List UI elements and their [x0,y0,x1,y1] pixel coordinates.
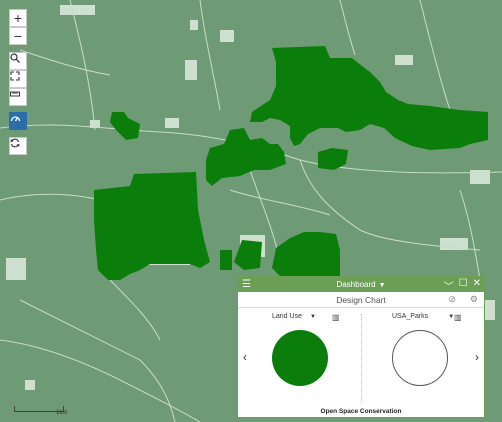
caret-down-icon: ▼ [309,313,316,320]
full-extent-button[interactable] [9,70,27,88]
bar-chart-icon[interactable]: ▥ [454,313,462,322]
measure-button[interactable] [9,88,27,106]
zoom-in-button[interactable]: + [9,9,27,27]
previous-arrow-icon[interactable]: ‹ [243,350,247,364]
refresh-button[interactable] [9,137,27,155]
chart-divider [361,314,362,402]
dashboard-panel: ☰ Dashboard ▼ ﹀ ☐ ✕ Design Chart ⊘ ⚙ ‹ › … [237,276,485,418]
link-icon[interactable]: ⊘ [448,294,456,305]
close-icon[interactable]: ✕ [473,278,481,293]
legend-label: Open Space Conservation [320,408,402,415]
panel-header: ☰ Dashboard ▼ ﹀ ☐ ✕ [238,277,484,293]
right-field-select[interactable]: USA_Parks ▼ [388,313,454,320]
maximize-icon[interactable]: ☐ [459,278,468,293]
gear-icon[interactable]: ⚙ [470,294,478,305]
dashboard-title: Dashboard [336,280,376,289]
scale-label: 1km [56,410,68,416]
caret-down-icon: ▼ [378,282,386,289]
search-icon [10,53,20,63]
right-pie-chart[interactable] [392,330,448,386]
bar-chart-icon[interactable]: ▥ [332,313,340,322]
gauge-icon [10,116,21,122]
next-arrow-icon[interactable]: › [475,350,479,364]
expand-icon [10,71,20,81]
left-select-value: Land Use [272,313,302,320]
zoom-out-button[interactable]: − [9,27,27,45]
right-select-value: USA_Parks [392,313,429,320]
minimize-icon[interactable]: ﹀ [444,278,454,293]
chart-body: ‹ › Land Use ▼ ▥ USA_Parks ▼ ▥ Open Spac… [238,308,484,417]
chart-header: Design Chart ⊘ ⚙ [238,292,484,308]
dashboard-button[interactable] [9,112,27,130]
search-button[interactable] [9,52,27,70]
chart-title: Design Chart [336,295,386,305]
left-pie-chart[interactable] [272,330,328,386]
ruler-icon [10,91,20,97]
refresh-icon [10,138,20,148]
left-field-select[interactable]: Land Use ▼ [268,313,316,320]
